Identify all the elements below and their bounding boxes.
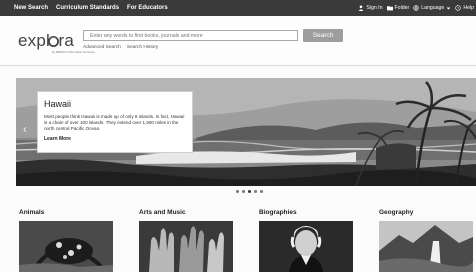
category-image[interactable] [19, 221, 113, 272]
for-educators-link[interactable]: For Educators [127, 5, 168, 11]
folder-icon [386, 6, 393, 11]
svg-text:?: ? [457, 7, 459, 11]
search-history-link[interactable]: Search History [127, 45, 158, 50]
category-title: Arts and Music [139, 209, 186, 216]
carousel-dot[interactable] [248, 190, 251, 193]
learn-more-link[interactable]: Learn More [44, 136, 186, 142]
search-input[interactable] [83, 30, 298, 41]
language-menu[interactable]: Language [413, 5, 451, 11]
carousel-prev-arrow[interactable]: ‹ [20, 122, 30, 136]
top-right-menu: Sign In Folder Language ? Help [358, 0, 476, 16]
help-link[interactable]: ? Help [455, 5, 474, 11]
carousel-dot[interactable] [236, 190, 239, 193]
help-icon: ? [455, 5, 462, 11]
category-title: Animals [19, 209, 45, 216]
category-image[interactable] [139, 221, 233, 272]
search-button[interactable]: Search [303, 29, 343, 42]
carousel-dot[interactable] [260, 190, 263, 193]
feature-caption-card: Hawaii Most people think Hawaii is made … [37, 91, 193, 153]
category-image[interactable] [379, 221, 473, 272]
category-geography[interactable]: Geography [379, 209, 473, 272]
top-bar: New Search Curriculum Standards For Educ… [0, 0, 476, 16]
folder-link[interactable]: Folder [386, 5, 410, 11]
help-label: Help [463, 5, 474, 11]
category-animals[interactable]: Animals [19, 209, 113, 272]
feature-body: Most people think Hawaii is made up of o… [44, 114, 185, 131]
explora-logo-icon: expl ra [18, 31, 75, 50]
sign-in-label: Sign In [366, 5, 383, 11]
category-arts-and-music[interactable]: Arts and Music [139, 209, 233, 272]
carousel-dots [236, 190, 263, 193]
logo-subtitle: by EBSCO Information Services [52, 50, 95, 54]
feature-title: Hawaii [44, 99, 72, 109]
waterfall-photo [379, 221, 473, 272]
category-title: Biographies [259, 209, 297, 216]
category-image[interactable] [259, 221, 353, 272]
svg-text:ra: ra [59, 31, 75, 50]
category-title: Geography [379, 209, 414, 216]
frog-photo [19, 221, 113, 272]
header: expl ra by EBSCO Information Services Se… [0, 16, 476, 66]
new-search-link[interactable]: New Search [14, 5, 48, 11]
washington-portrait [259, 221, 353, 272]
advanced-search-link[interactable]: Advanced Search [83, 45, 121, 50]
top-nav: New Search Curriculum Standards For Educ… [14, 0, 168, 16]
chevron-down-icon [446, 7, 451, 9]
curriculum-standards-link[interactable]: Curriculum Standards [56, 5, 119, 11]
painted-hands-photo [139, 221, 233, 272]
language-label: Language [421, 5, 445, 11]
carousel-dot[interactable] [242, 190, 245, 193]
svg-text:expl: expl [18, 31, 50, 50]
sign-in-link[interactable]: Sign In [358, 5, 383, 11]
carousel-dot[interactable] [254, 190, 257, 193]
person-icon [358, 5, 364, 11]
folder-label: Folder [394, 5, 410, 11]
search-sublinks: Advanced Search Search History [83, 45, 158, 50]
category-biographies[interactable]: Biographies [259, 209, 353, 272]
globe-icon [413, 5, 419, 11]
